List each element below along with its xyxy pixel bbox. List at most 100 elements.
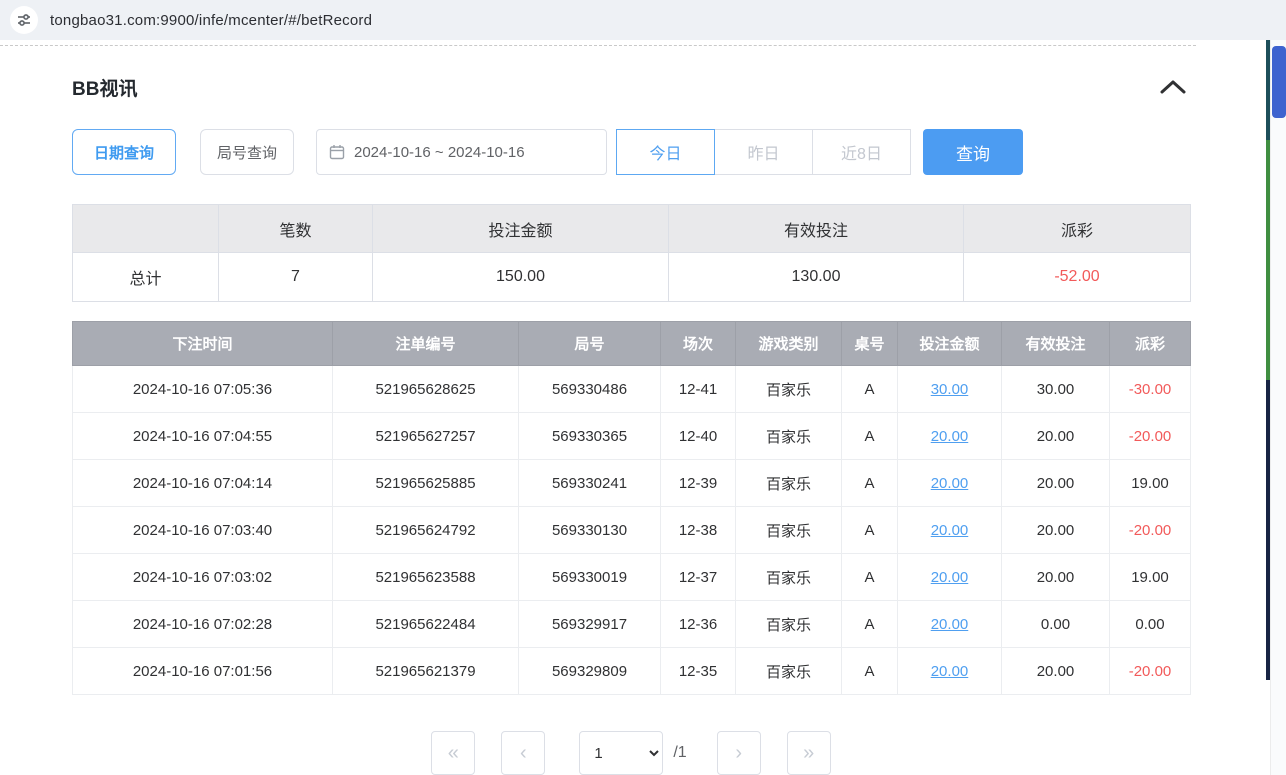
table-row: 2024-10-16 07:03:02 521965623588 5693300… xyxy=(73,554,1191,601)
cell-bet-time: 2024-10-16 07:01:56 xyxy=(73,648,333,695)
site-settings-icon[interactable] xyxy=(10,6,38,34)
last-8-days-button[interactable]: 近8日 xyxy=(812,129,911,175)
cell-table-no: A xyxy=(842,601,898,648)
summary-table: 笔数 投注金额 有效投注 派彩 总计 7 150.00 130.00 -52.0… xyxy=(72,204,1191,302)
bet-amount-link[interactable]: 20.00 xyxy=(931,616,969,633)
collapse-panel-button[interactable] xyxy=(1156,76,1190,98)
cell-session: 12-37 xyxy=(661,554,736,601)
bet-records-table: 下注时间 注单编号 局号 场次 游戏类别 桌号 投注金额 有效投注 派彩 202… xyxy=(72,321,1191,695)
cell-payout: 19.00 xyxy=(1110,460,1191,507)
bet-amount-link[interactable]: 20.00 xyxy=(931,522,969,539)
cell-bet-no: 521965621379 xyxy=(333,648,519,695)
vertical-scrollbar[interactable] xyxy=(1270,40,1286,775)
table-row: 2024-10-16 07:04:14 521965625885 5693302… xyxy=(73,460,1191,507)
next-page-button[interactable]: › xyxy=(717,731,761,775)
cell-payout: 0.00 xyxy=(1110,601,1191,648)
cell-bet-time: 2024-10-16 07:04:55 xyxy=(73,413,333,460)
header-game-type: 游戏类别 xyxy=(736,322,842,366)
cell-valid-bet: 30.00 xyxy=(1002,366,1110,413)
table-row: 2024-10-16 07:04:55 521965627257 5693303… xyxy=(73,413,1191,460)
table-header-row: 下注时间 注单编号 局号 场次 游戏类别 桌号 投注金额 有效投注 派彩 xyxy=(73,322,1191,366)
round-query-tab[interactable]: 局号查询 xyxy=(200,129,294,175)
search-button[interactable]: 查询 xyxy=(923,129,1023,175)
header-bet-time: 下注时间 xyxy=(73,322,333,366)
page-title: BB视讯 xyxy=(72,74,137,101)
cell-bet-no: 521965628625 xyxy=(333,366,519,413)
date-range-picker[interactable]: 2024-10-16 ~ 2024-10-16 xyxy=(316,129,607,175)
cell-table-no: A xyxy=(842,648,898,695)
bet-record-page: BB视讯 日期查询 局号查询 2024-10-16 ~ 2024-10-16 xyxy=(0,40,1266,775)
yesterday-button[interactable]: 昨日 xyxy=(714,129,813,175)
last-page-button[interactable]: » xyxy=(787,731,831,775)
date-query-tab[interactable]: 日期查询 xyxy=(72,129,176,175)
table-row: 2024-10-16 07:05:36 521965628625 5693304… xyxy=(73,366,1191,413)
cell-round-no: 569330365 xyxy=(519,413,661,460)
bet-table-body: 2024-10-16 07:05:36 521965628625 5693304… xyxy=(73,366,1191,695)
cell-valid-bet: 20.00 xyxy=(1002,460,1110,507)
header-valid-bet: 有效投注 xyxy=(1002,322,1110,366)
cell-round-no: 569330130 xyxy=(519,507,661,554)
cell-valid-bet: 0.00 xyxy=(1002,601,1110,648)
cell-round-no: 569330241 xyxy=(519,460,661,507)
browser-address-bar[interactable]: tongbao31.com:9900/infe/mcenter/#/betRec… xyxy=(0,0,1286,40)
cell-table-no: A xyxy=(842,413,898,460)
table-row: 2024-10-16 07:03:40 521965624792 5693301… xyxy=(73,507,1191,554)
table-row: 2024-10-16 07:02:28 521965622484 5693299… xyxy=(73,601,1191,648)
bet-amount-link[interactable]: 20.00 xyxy=(931,569,969,586)
header-session: 场次 xyxy=(661,322,736,366)
cell-table-no: A xyxy=(842,554,898,601)
scrollbar-thumb[interactable] xyxy=(1272,46,1286,118)
quick-range-group: 今日 昨日 近8日 xyxy=(617,129,911,175)
summary-header-bet-amount: 投注金额 xyxy=(373,205,669,253)
header-table-no: 桌号 xyxy=(842,322,898,366)
url-text[interactable]: tongbao31.com:9900/infe/mcenter/#/betRec… xyxy=(50,12,372,29)
cell-session: 12-35 xyxy=(661,648,736,695)
cell-bet-amount: 20.00 xyxy=(898,554,1002,601)
header-bet-amount: 投注金额 xyxy=(898,322,1002,366)
header-round-no: 局号 xyxy=(519,322,661,366)
summary-header-empty xyxy=(73,205,219,253)
cell-bet-amount: 20.00 xyxy=(898,601,1002,648)
cell-bet-amount: 20.00 xyxy=(898,460,1002,507)
cell-payout: -20.00 xyxy=(1110,648,1191,695)
cell-session: 12-38 xyxy=(661,507,736,554)
cell-bet-no: 521965627257 xyxy=(333,413,519,460)
cell-payout: -20.00 xyxy=(1110,413,1191,460)
summary-header-count: 笔数 xyxy=(219,205,373,253)
bet-amount-link[interactable]: 30.00 xyxy=(931,381,969,398)
cell-session: 12-39 xyxy=(661,460,736,507)
cell-bet-no: 521965622484 xyxy=(333,601,519,648)
cell-game-type: 百家乐 xyxy=(736,507,842,554)
cell-bet-time: 2024-10-16 07:05:36 xyxy=(73,366,333,413)
cell-payout: -20.00 xyxy=(1110,507,1191,554)
bet-amount-link[interactable]: 20.00 xyxy=(931,428,969,445)
cell-game-type: 百家乐 xyxy=(736,413,842,460)
bet-amount-link[interactable]: 20.00 xyxy=(931,663,969,680)
cell-round-no: 569330486 xyxy=(519,366,661,413)
summary-bet-amount-value: 150.00 xyxy=(373,253,669,302)
date-range-value: 2024-10-16 ~ 2024-10-16 xyxy=(354,144,525,161)
first-page-button[interactable]: « xyxy=(431,731,475,775)
prev-page-button[interactable]: ‹ xyxy=(501,731,545,775)
cell-game-type: 百家乐 xyxy=(736,366,842,413)
cell-round-no: 569329917 xyxy=(519,601,661,648)
chevron-up-icon xyxy=(1160,80,1186,94)
cell-valid-bet: 20.00 xyxy=(1002,554,1110,601)
summary-payout-value: -52.00 xyxy=(964,253,1191,302)
summary-count-value: 7 xyxy=(219,253,373,302)
cell-round-no: 569329809 xyxy=(519,648,661,695)
summary-header-valid-bet: 有效投注 xyxy=(669,205,964,253)
cell-table-no: A xyxy=(842,507,898,554)
total-pages-label: /1 xyxy=(673,744,686,762)
cell-bet-amount: 20.00 xyxy=(898,507,1002,554)
table-row: 2024-10-16 07:01:56 521965621379 5693298… xyxy=(73,648,1191,695)
cell-bet-no: 521965625885 xyxy=(333,460,519,507)
bet-amount-link[interactable]: 20.00 xyxy=(931,475,969,492)
summary-total-label: 总计 xyxy=(73,253,219,302)
cell-payout: -30.00 xyxy=(1110,366,1191,413)
cell-valid-bet: 20.00 xyxy=(1002,507,1110,554)
cell-bet-amount: 20.00 xyxy=(898,648,1002,695)
cell-bet-time: 2024-10-16 07:03:02 xyxy=(73,554,333,601)
today-button[interactable]: 今日 xyxy=(616,129,715,175)
page-select[interactable]: 1 xyxy=(579,731,663,775)
